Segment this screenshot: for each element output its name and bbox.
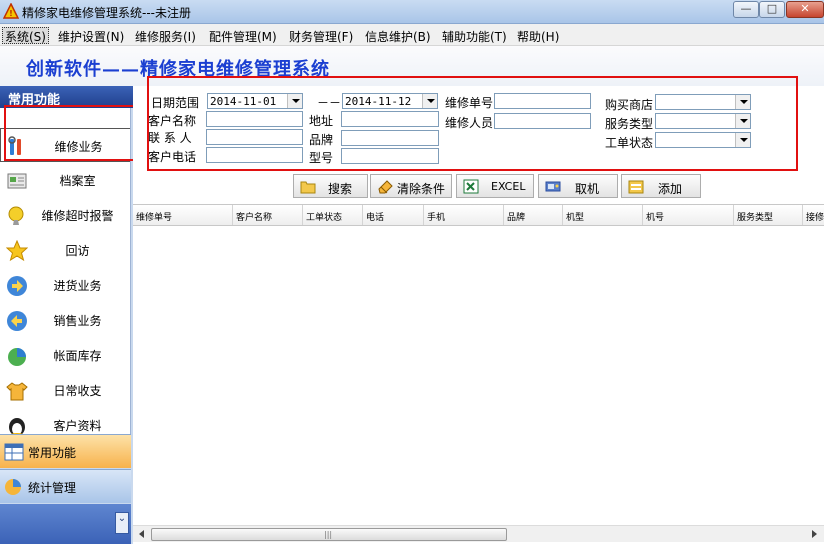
column-header-model[interactable]: 机型 [563, 205, 643, 225]
sidebar-item-label: 进货业务 [53, 279, 102, 293]
excel-icon [463, 179, 479, 194]
eraser-icon [378, 180, 393, 194]
add-button[interactable]: 添加 [621, 174, 701, 198]
maximize-button[interactable]: □ [759, 1, 785, 18]
scroll-left-icon[interactable] [135, 527, 150, 542]
sidebar-item-purchase[interactable]: 进货业务 [0, 268, 130, 302]
highlight-frame-sidebar [4, 105, 137, 161]
menu-bar: 系统(S) 维护设置(N) 维修服务(I) 配件管理(M) 财务管理(F) 信息… [0, 24, 824, 46]
sidebar-item-label: 帐面库存 [53, 349, 102, 363]
menu-system[interactable]: 系统(S) [2, 27, 49, 44]
sidebar-item-archive[interactable]: 档案室 [0, 163, 130, 197]
sidebar-item-label: 销售业务 [53, 314, 102, 328]
close-button[interactable]: ✕ [786, 1, 824, 18]
column-header-phone[interactable]: 电话 [363, 205, 424, 225]
sidebar-item-label: 客户资料 [53, 419, 102, 433]
clear-conditions-button[interactable]: 清除条件 [370, 174, 452, 198]
add-button-label: 添加 [658, 182, 683, 196]
excel-button[interactable]: EXCEL [456, 174, 534, 198]
repair-orders-grid[interactable]: 维修单号 客户名称 工单状态 电话 手机 品牌 机型 机号 服务类型 接修 ||… [133, 204, 824, 544]
column-header-serial-no[interactable]: 机号 [643, 205, 734, 225]
svg-text:!: ! [9, 9, 13, 18]
menu-auxiliary-functions[interactable]: 辅助功能(T) [439, 27, 510, 44]
scroll-grip-icon: ||| [324, 530, 333, 539]
sidebar-item-overtime-alarm[interactable]: 维修超时报警 [0, 198, 130, 232]
search-button-label: 搜索 [328, 182, 353, 196]
menu-maintenance-settings[interactable]: 维护设置(N) [55, 27, 127, 44]
sidebar-footer: ⌄ [0, 504, 131, 544]
column-header-repair-no[interactable]: 维修单号 [133, 205, 233, 225]
menu-finance-management[interactable]: 财务管理(F) [286, 27, 356, 44]
statistics-icon [5, 479, 21, 495]
sidebar-item-daily-income-expense[interactable]: 日常收支 [0, 373, 130, 407]
configure-icon[interactable]: ⌄ [115, 512, 129, 534]
excel-button-label: EXCEL [491, 180, 526, 193]
sidebar-item-follow-up[interactable]: 回访 [0, 233, 130, 267]
table-icon [4, 443, 24, 461]
highlight-frame-filters [147, 76, 798, 171]
column-header-customer-name[interactable]: 客户名称 [233, 205, 303, 225]
scroll-right-icon[interactable] [807, 527, 822, 542]
toolbar: 搜索 清除条件 EXCEL 取机 添加 [133, 172, 824, 202]
scrollbar-thumb[interactable]: ||| [151, 528, 507, 541]
grid-header: 维修单号 客户名称 工单状态 电话 手机 品牌 机型 机号 服务类型 接修 [133, 205, 824, 226]
add-document-icon [628, 180, 644, 194]
column-header-received-by[interactable]: 接修 [803, 205, 824, 225]
column-header-mobile[interactable]: 手机 [424, 205, 504, 225]
title-bar: ! 精修家电维修管理系统---未注册 — □ ✕ [0, 0, 824, 24]
window-title: 精修家电维修管理系统---未注册 [22, 6, 191, 20]
sidebar-item-label: 日常收支 [53, 384, 102, 398]
column-header-service-type[interactable]: 服务类型 [734, 205, 803, 225]
machine-icon [545, 181, 561, 192]
minimize-button[interactable]: — [733, 1, 759, 18]
sidebar-tab-statistics[interactable]: 统计管理 [0, 469, 131, 503]
sidebar-item-customer-info[interactable]: 客户资料 [0, 408, 130, 434]
folder-search-icon [300, 181, 316, 194]
clear-conditions-button-label: 清除条件 [397, 182, 446, 196]
menu-info-maintenance[interactable]: 信息维护(B) [362, 27, 434, 44]
sidebar-item-label: 档案室 [59, 174, 96, 188]
sidebar-tab-label: 统计管理 [28, 481, 77, 495]
sidebar-item-sales[interactable]: 销售业务 [0, 303, 130, 337]
sidebar-item-label: 回访 [65, 244, 90, 258]
sidebar-tab-label: 常用功能 [28, 446, 77, 460]
horizontal-scrollbar[interactable]: ||| [133, 525, 824, 542]
menu-help[interactable]: 帮助(H) [514, 27, 562, 44]
search-button[interactable]: 搜索 [293, 174, 368, 198]
app-logo-icon: ! [3, 3, 19, 19]
column-header-order-status[interactable]: 工单状态 [303, 205, 363, 225]
fetch-machine-button[interactable]: 取机 [538, 174, 618, 198]
fetch-machine-button-label: 取机 [575, 182, 600, 196]
menu-repair-service[interactable]: 维修服务(I) [132, 27, 199, 44]
menu-parts-management[interactable]: 配件管理(M) [206, 27, 280, 44]
sidebar-tab-common-functions[interactable]: 常用功能 [0, 434, 131, 468]
sidebar-item-book-inventory[interactable]: 帐面库存 [0, 338, 130, 372]
column-header-brand[interactable]: 品牌 [504, 205, 563, 225]
sidebar-item-label: 维修超时报警 [41, 209, 114, 223]
